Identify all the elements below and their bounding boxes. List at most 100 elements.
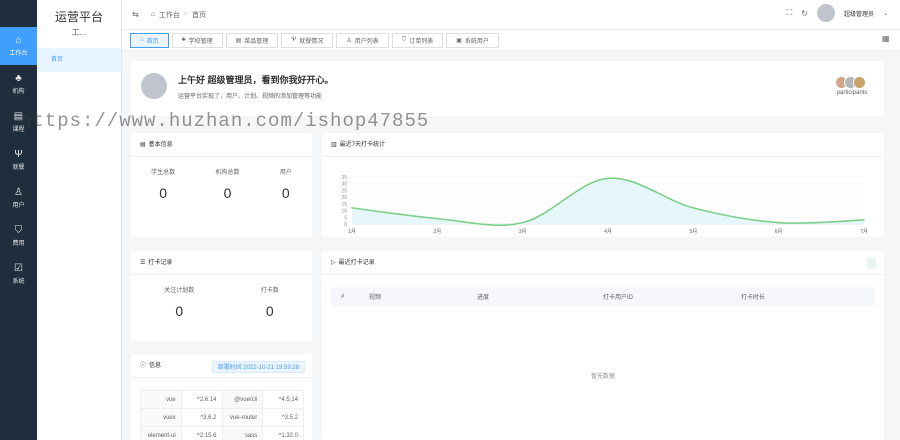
stat-label: 学生总数 <box>151 170 176 176</box>
list-icon: ☰ <box>140 259 146 266</box>
tab-6[interactable]: ▣ 系统用户 <box>446 32 499 48</box>
dependency-table: vue ^2.6.14 @vue/cli ^4.5.14 vuex ^3.6.2 vue-r… <box>140 390 304 440</box>
recent-action-button[interactable] <box>867 257 876 269</box>
column-header: 视频 <box>369 295 382 301</box>
package-name: element-ui <box>140 426 182 440</box>
tab-4[interactable]: ♙ 用户列表 <box>336 32 389 48</box>
top-right-tools: ⛶ ↻ 超级管理员 ⌄ <box>787 4 888 22</box>
main-nav-rail: ⌂ 工作台 ♣ 机构 ▤ 课程 Ψ 就餐 ♙ 用户 ⛉ 费用 ☑ 系统 <box>0 0 37 440</box>
rail-item-4[interactable]: ♙ 用户 <box>0 179 37 217</box>
greeting-text: 上午好 超级管理员，看到你我好开心。 <box>178 75 334 85</box>
platform-title: 运营平台 <box>54 10 103 24</box>
participants-label: participants <box>836 90 868 96</box>
tab-label: 就餐情况 <box>299 38 324 45</box>
x-tick-label: 7月 <box>860 229 868 235</box>
y-tick-label: 15 <box>341 202 347 208</box>
system-icon: ☑ <box>14 263 23 274</box>
stat-item: 用户 0 <box>280 167 292 201</box>
platform-subtitle: 工... <box>71 28 87 37</box>
data-point <box>863 219 865 221</box>
package-version: ^3.6.2 <box>180 408 223 427</box>
avatar[interactable] <box>816 4 835 22</box>
x-tick-label: 3月 <box>519 229 527 235</box>
package-version: ^3.5.2 <box>262 408 304 427</box>
tab-label: 用户列表 <box>354 38 379 45</box>
column-header: 进度 <box>477 295 490 301</box>
stat-label: 机构总数 <box>215 170 240 176</box>
punch-title: 打卡记录 <box>148 259 173 266</box>
y-tick-label: 25 <box>341 188 347 194</box>
menu-fold-icon[interactable]: ⇆ <box>132 10 139 19</box>
data-point <box>692 207 695 209</box>
fee-icon: ⛉ <box>14 225 23 236</box>
y-tick-label: 10 <box>341 209 347 215</box>
rail-item-6[interactable]: ☑ 系统 <box>0 255 37 293</box>
user-icon: ♙ <box>14 187 23 198</box>
tab-icon: ♣ <box>181 37 186 43</box>
breadcrumb: ⌂ 工作台 > 首页 <box>151 10 206 20</box>
fullscreen-icon[interactable]: ⛶ <box>787 8 793 18</box>
chevron-down-icon[interactable]: ⌄ <box>883 10 888 17</box>
data-point <box>521 221 524 224</box>
rail-item-0[interactable]: ⌂ 工作台 <box>0 27 37 65</box>
submenu-item-home[interactable]: 首页 <box>37 48 121 72</box>
stat-item: 打卡数 0 <box>261 285 279 319</box>
tab-icon: ▤ <box>235 37 242 44</box>
package-version: ^2.15.6 <box>180 426 223 440</box>
package-name: sass <box>221 426 264 440</box>
stat-item: 机构总数 0 <box>215 167 239 201</box>
data-point <box>436 217 439 220</box>
column-header: 打卡用户ID <box>603 295 634 301</box>
rail-label: 用户 <box>12 203 25 209</box>
card-header: ▤ 基本信息 <box>131 133 312 157</box>
x-tick-label: 2月 <box>433 229 441 235</box>
tab-1[interactable]: ♣ 学校管理 <box>171 32 223 48</box>
home-icon: ⌂ <box>15 35 22 46</box>
home-icon: ⌂ <box>150 11 155 18</box>
column-header: 打卡时长 <box>741 295 766 301</box>
package-version: ^4.5.14 <box>262 390 304 409</box>
tab-icon: ▣ <box>456 37 462 44</box>
user-name[interactable]: 超级管理员 <box>844 9 874 18</box>
stat-item: 学生总数 0 <box>151 167 175 201</box>
x-tick-label: 6月 <box>775 229 783 235</box>
refresh-icon[interactable]: ↻ <box>801 9 808 18</box>
welcome-card: 上午好 超级管理员，看到你我好开心。 运营平台实现了，用户、计划、视频的添加管理… <box>131 61 884 116</box>
package-name: vuex <box>140 408 182 427</box>
tabs-menu-icon[interactable]: ▦ <box>882 34 891 43</box>
breadcrumb-current: 首页 <box>192 11 207 19</box>
tab-3[interactable]: Ψ 就餐情况 <box>281 32 334 48</box>
rail-item-1[interactable]: ♣ 机构 <box>0 65 37 103</box>
info-icon: ⓘ <box>140 362 147 369</box>
tab-label: 首页 <box>146 38 159 45</box>
tab-label: 系统用户 <box>464 38 489 45</box>
table-row: vuex ^3.6.2 vue-router ^3.5.2 <box>140 408 304 427</box>
punch-record-card: ☰ 打卡记录 关注计划数 0 打卡数 0 <box>131 251 312 341</box>
tab-2[interactable]: ▤ 菜品管理 <box>225 32 279 48</box>
secondary-menu: 运营平台 工... 首页 <box>37 0 122 440</box>
tab-0[interactable]: ⌂ 首页 <box>130 32 169 48</box>
table-row: element-ui ^2.15.6 sass ^1.32.0 <box>140 426 304 440</box>
avatar <box>141 73 167 99</box>
rail-item-5[interactable]: ⛉ 费用 <box>0 217 37 255</box>
tab-5[interactable]: ⛉ 订单列表 <box>391 32 444 48</box>
card-header: ▥ 最近7天打卡统计 <box>322 133 884 157</box>
rail-item-3[interactable]: Ψ 就餐 <box>0 141 37 179</box>
watermark: https://www.huzhan.com/ishop47855 <box>20 110 430 132</box>
stat-label: 关注计划数 <box>164 288 195 294</box>
checkin-area-chart: 353025201510501月 2月 3月 4月 5月 6月 7月 <box>341 175 868 235</box>
data-point <box>607 177 609 180</box>
tab-label: 学校管理 <box>188 38 213 45</box>
package-name: vue <box>140 390 182 409</box>
data-point <box>351 207 353 209</box>
x-tick-label: 5月 <box>689 229 697 235</box>
x-tick-label: 4月 <box>604 229 612 235</box>
participants: participants <box>832 76 872 96</box>
chart-icon: ▥ <box>331 141 337 148</box>
basic-info-title: 基本信息 <box>148 141 173 148</box>
stat-value: 0 <box>223 185 232 201</box>
y-tick-label: 5 <box>344 215 347 221</box>
rail-label: 机构 <box>12 89 25 95</box>
info-card: ⓘ 信息 部署时间:2022-10-21 19:59:28 vue ^2.6.14… <box>131 354 312 440</box>
breadcrumb-home[interactable]: 工作台 <box>159 10 180 20</box>
